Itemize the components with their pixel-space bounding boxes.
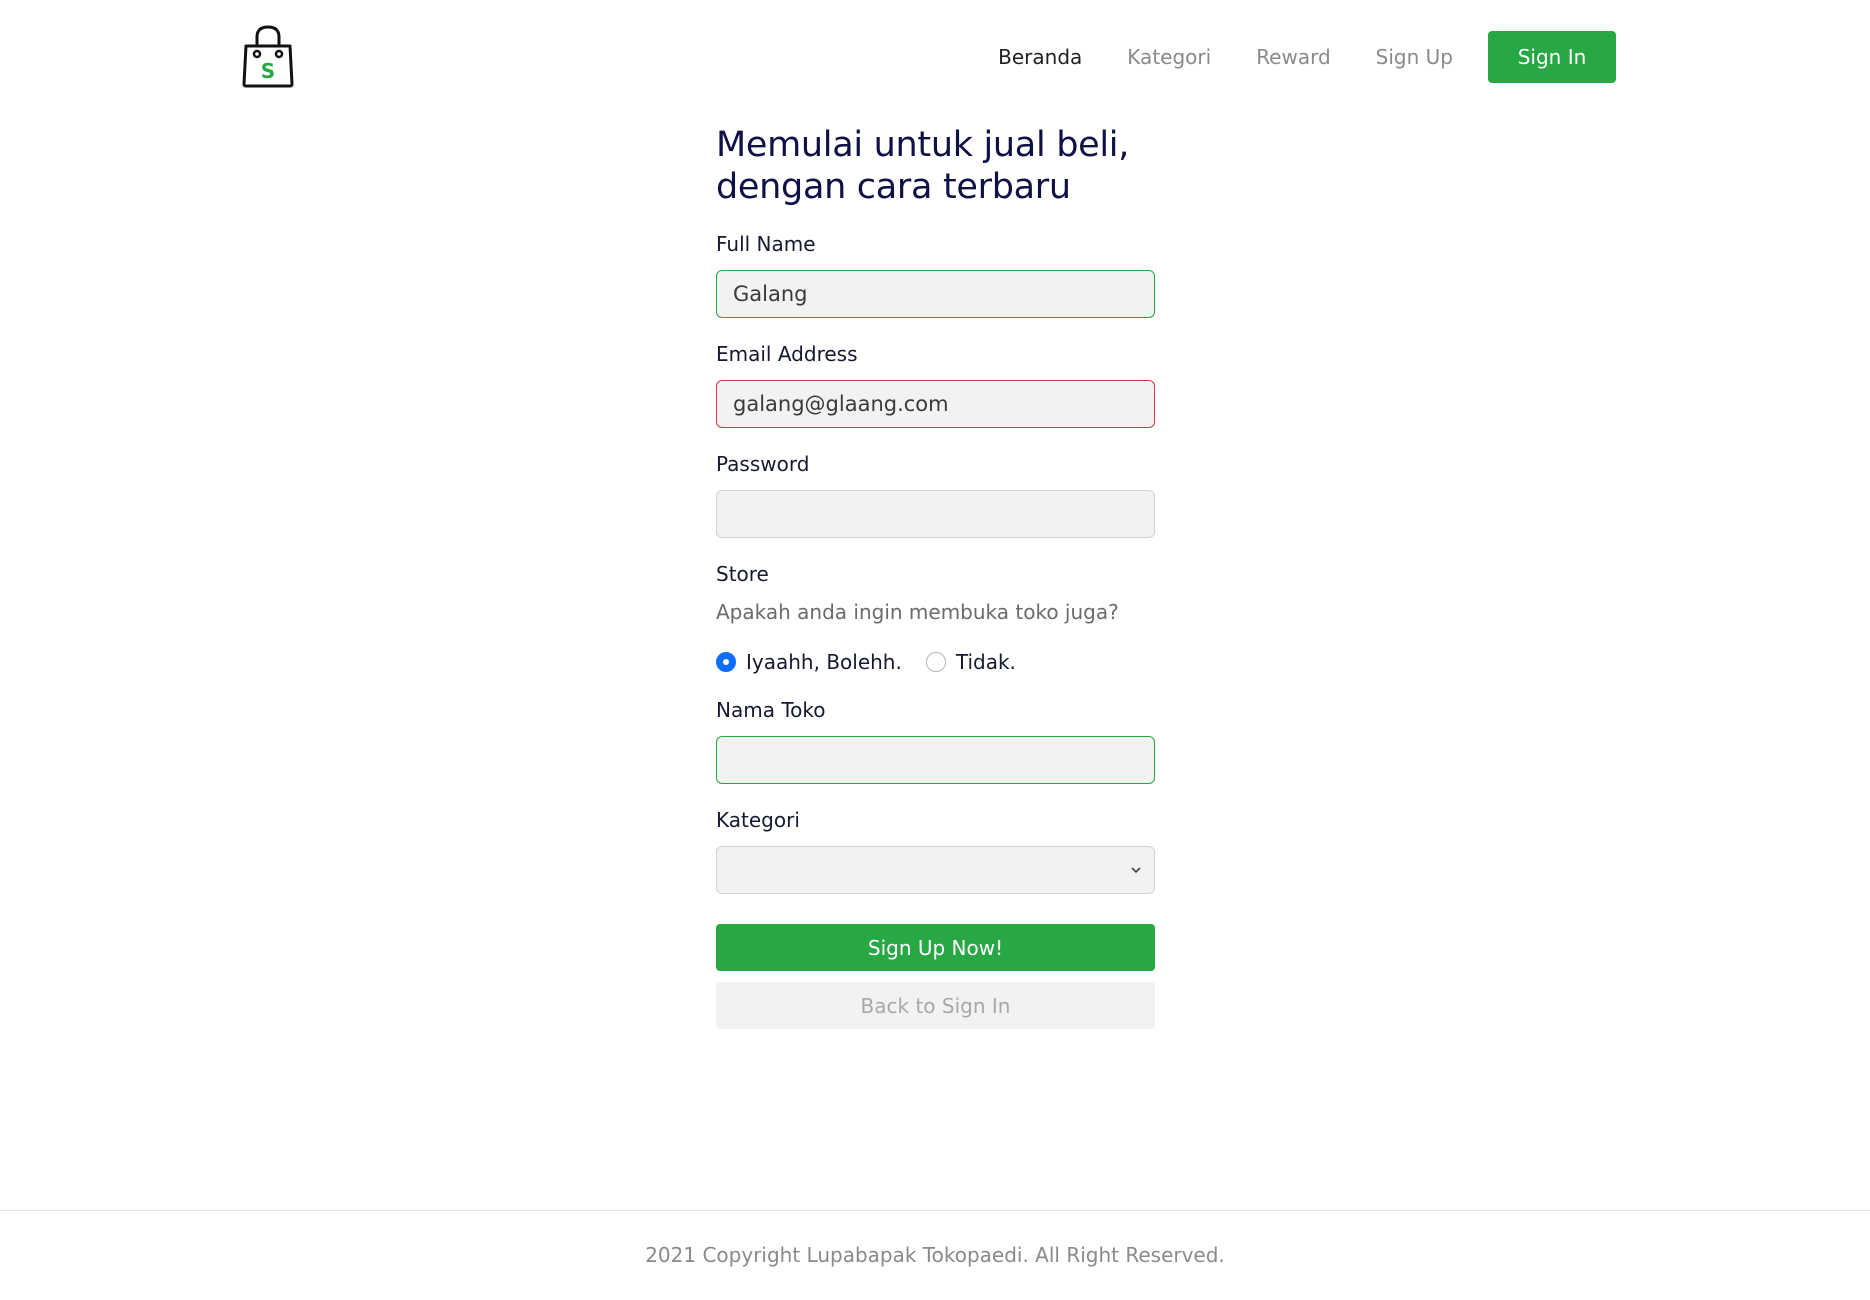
page-title-line2: dengan cara terbaru — [716, 167, 1071, 207]
store-radio-yes[interactable]: Iyaahh, Bolehh. — [716, 650, 902, 674]
page-title-line1: Memulai untuk jual beli, — [716, 125, 1130, 165]
store-name-label: Nama Toko — [716, 698, 826, 722]
navbar: S Beranda Kategori Reward Sign Up Sign I… — [0, 0, 1870, 114]
nav-link-beranda[interactable]: Beranda — [998, 45, 1082, 69]
email-input[interactable]: galang@glaang.com — [716, 380, 1155, 428]
shopping-bag-logo[interactable]: S — [240, 24, 296, 88]
nav-link-reward[interactable]: Reward — [1256, 45, 1330, 69]
footer-copyright: 2021 Copyright Lupabapak Tokopaedi. All … — [645, 1243, 1225, 1267]
store-radio-no[interactable]: Tidak. — [925, 650, 1016, 674]
category-label: Kategori — [716, 808, 800, 832]
password-input[interactable] — [716, 490, 1155, 538]
radio-checked-icon[interactable] — [716, 652, 736, 672]
nav-links: Beranda Kategori Reward Sign Up Sign In — [998, 31, 1616, 83]
store-name-input[interactable] — [716, 736, 1155, 784]
footer: 2021 Copyright Lupabapak Tokopaedi. All … — [0, 1210, 1870, 1300]
password-label: Password — [716, 452, 810, 476]
chevron-down-icon — [1130, 862, 1142, 878]
signup-now-button[interactable]: Sign Up Now! — [716, 924, 1155, 971]
store-question: Apakah anda ingin membuka toko juga? — [716, 600, 1119, 624]
back-to-signin-button[interactable]: Back to Sign In — [716, 982, 1155, 1029]
signup-form: Memulai untuk jual beli, dengan cara ter… — [716, 124, 1155, 1029]
nav-link-kategori[interactable]: Kategori — [1127, 45, 1211, 69]
signin-button[interactable]: Sign In — [1488, 31, 1616, 83]
store-radio-yes-label: Iyaahh, Bolehh. — [746, 650, 902, 674]
nav-link-signup[interactable]: Sign Up — [1376, 45, 1453, 69]
radio-unchecked-icon[interactable] — [925, 652, 946, 672]
store-radio-no-label: Tidak. — [955, 650, 1016, 674]
email-label: Email Address — [716, 342, 858, 366]
store-radio-group: Iyaahh, Bolehh. Tidak. — [716, 650, 1155, 674]
page-title: Memulai untuk jual beli, dengan cara ter… — [716, 124, 1155, 208]
store-label: Store — [716, 562, 769, 586]
category-select[interactable] — [716, 846, 1155, 894]
full-name-input[interactable]: Galang — [716, 270, 1155, 318]
brand-letter: S — [261, 59, 275, 83]
full-name-label: Full Name — [716, 232, 816, 256]
